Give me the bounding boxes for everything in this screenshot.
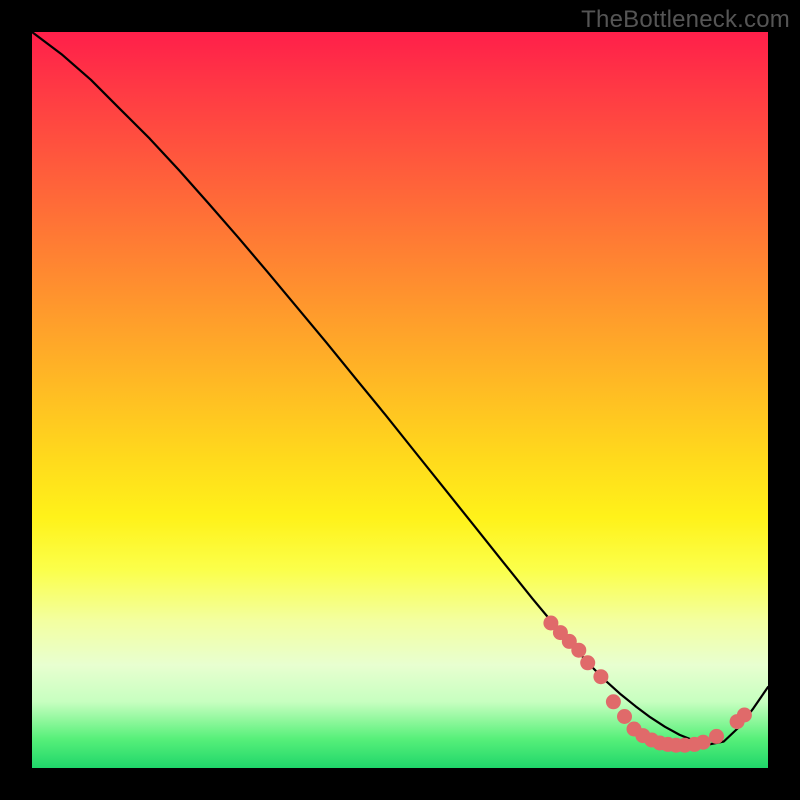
data-point bbox=[709, 729, 724, 744]
watermark-text: TheBottleneck.com bbox=[581, 6, 790, 34]
plot-area bbox=[32, 32, 768, 768]
data-point bbox=[696, 735, 711, 750]
chart-frame: TheBottleneck.com bbox=[0, 0, 800, 800]
data-point bbox=[571, 643, 586, 658]
data-points-group bbox=[543, 616, 752, 753]
data-point bbox=[593, 669, 608, 684]
data-point bbox=[737, 708, 752, 723]
data-point bbox=[580, 655, 595, 670]
data-point bbox=[606, 694, 621, 709]
data-point bbox=[617, 709, 632, 724]
bottleneck-curve bbox=[32, 32, 768, 744]
curve-svg bbox=[32, 32, 768, 768]
